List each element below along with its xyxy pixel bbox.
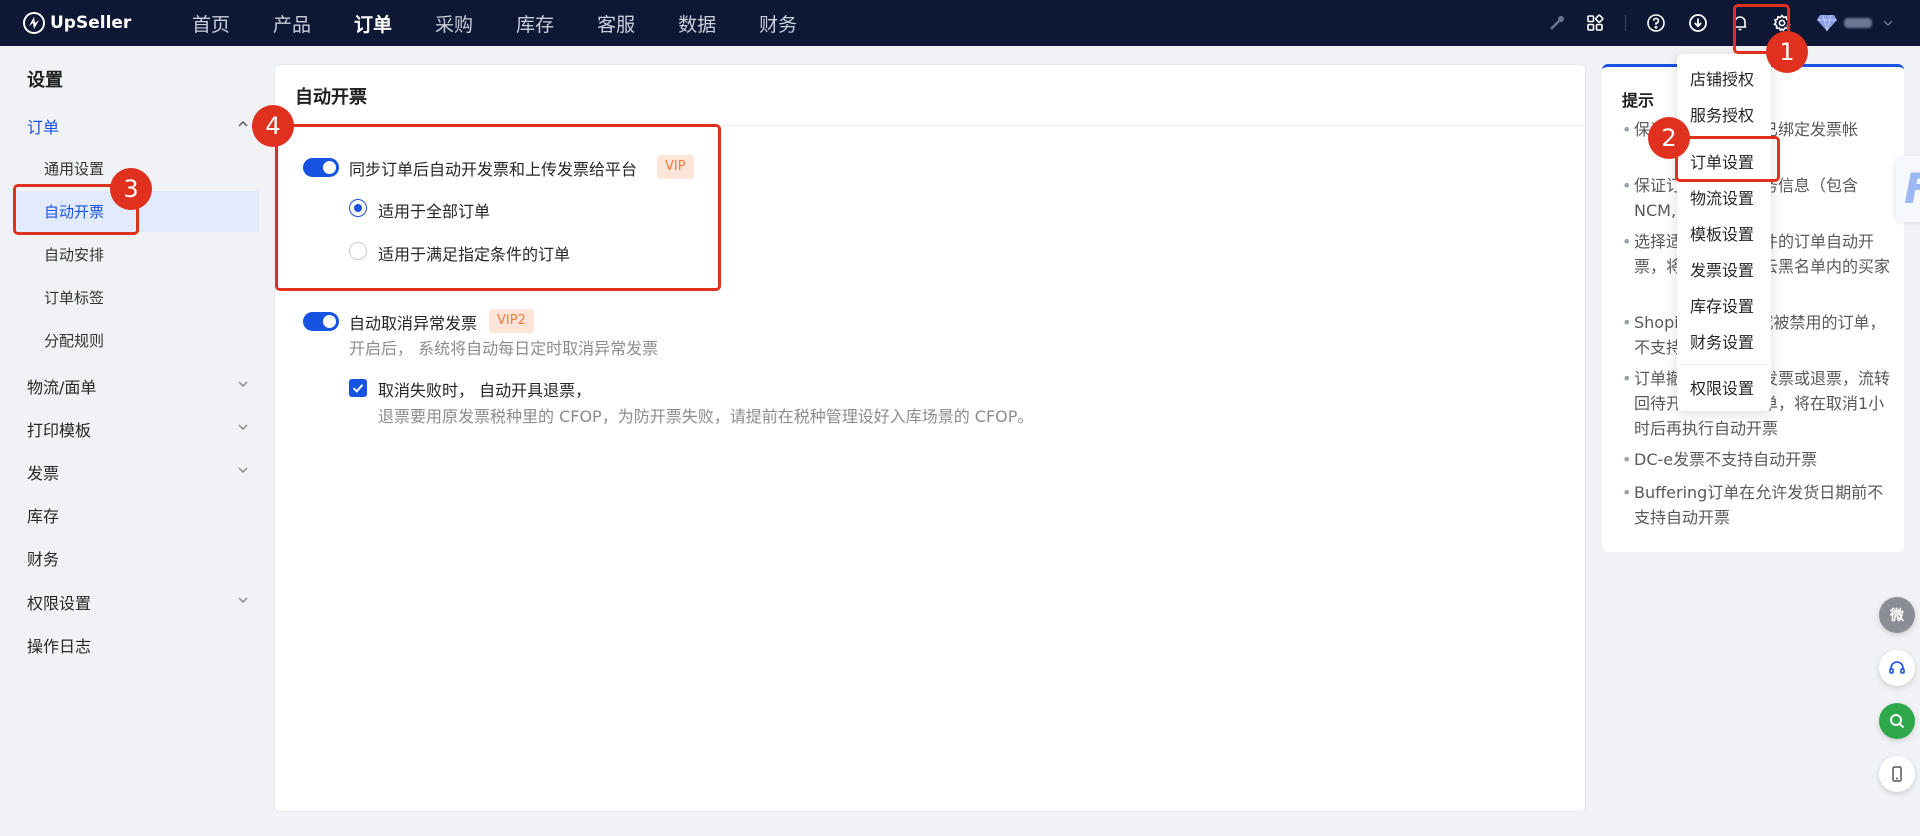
- bell-icon[interactable]: [1728, 11, 1752, 35]
- sidebar-item-assign-rules[interactable]: 分配规则: [44, 330, 104, 351]
- nav-home[interactable]: 首页: [192, 10, 230, 37]
- refund-on-fail-label[interactable]: 取消失败时， 自动开具退票，: [378, 377, 591, 401]
- refund-on-fail-checkbox[interactable]: [349, 379, 367, 397]
- top-nav-bar: UpSeller 首页 产品 订单 采购 库存 客服 数据 财务: [0, 0, 1920, 46]
- user-menu[interactable]: [1816, 14, 1894, 32]
- sidebar-group-orders[interactable]: 订单: [27, 114, 59, 138]
- menu-item-invoice-settings[interactable]: 发票设置: [1690, 257, 1754, 281]
- brand-name: UpSeller: [50, 13, 132, 33]
- nav-products[interactable]: 产品: [273, 10, 311, 37]
- menu-item-logistics-settings[interactable]: 物流设置: [1690, 185, 1754, 209]
- menu-item-store-auth[interactable]: 店铺授权: [1690, 66, 1754, 90]
- edge-floating-tab[interactable]: F: [1896, 156, 1920, 222]
- wechat-icon[interactable]: 微: [1879, 597, 1915, 633]
- download-icon[interactable]: [1686, 11, 1710, 35]
- menu-item-service-auth[interactable]: 服务授权: [1690, 102, 1754, 126]
- nav-purchase[interactable]: 采购: [435, 10, 473, 37]
- key-icon[interactable]: [1545, 11, 1569, 35]
- menu-item-order-settings[interactable]: 订单设置: [1690, 149, 1754, 173]
- sidebar-group-inventory[interactable]: 库存: [27, 503, 59, 527]
- wechat-label: 微: [1890, 608, 1904, 624]
- sidebar-item-general-settings[interactable]: 通用设置: [44, 158, 104, 179]
- auto-cancel-description: 开启后， 系统将自动每日定时取消异常发票: [349, 339, 659, 358]
- sidebar-title: 设置: [27, 70, 63, 91]
- auto-cancel-toggle[interactable]: [303, 312, 339, 331]
- sidebar-group-logistics[interactable]: 物流/面单: [27, 374, 96, 398]
- topbar-actions: [1531, 0, 1920, 46]
- user-name-blurred: [1844, 18, 1872, 28]
- page-title: 自动开票: [295, 87, 367, 108]
- check-icon: [352, 384, 364, 393]
- nav-data[interactable]: 数据: [678, 10, 716, 37]
- sidebar-group-operation-log[interactable]: 操作日志: [27, 633, 91, 657]
- title-divider: [275, 125, 1585, 126]
- sidebar-group-permissions[interactable]: 权限设置: [27, 590, 91, 614]
- auto-invoice-label: 同步订单后自动开发票和上传发票给平台: [349, 160, 638, 179]
- nav-finance[interactable]: 财务: [759, 10, 797, 37]
- tip-item: DC-e发票不支持自动开票: [1622, 447, 1892, 472]
- nav-orders[interactable]: 订单: [354, 10, 392, 37]
- upseller-logo[interactable]: UpSeller: [22, 11, 152, 35]
- vip-badge: VIP: [657, 155, 694, 179]
- chevron-down-icon: [1883, 20, 1893, 27]
- main-nav: 首页 产品 订单 采购 库存 客服 数据 财务: [192, 10, 840, 37]
- chevron-down-icon[interactable]: [236, 420, 250, 434]
- sidebar-item-auto-arrange[interactable]: 自动安排: [44, 244, 104, 265]
- chevron-up-icon[interactable]: [236, 117, 250, 131]
- auto-cancel-label: 自动取消异常发票: [349, 314, 478, 333]
- menu-item-template-settings[interactable]: 模板设置: [1690, 221, 1754, 245]
- menu-item-permission-settings[interactable]: 权限设置: [1690, 375, 1754, 399]
- nav-customer-service[interactable]: 客服: [597, 10, 635, 37]
- edge-tab-letter: F: [1904, 164, 1920, 213]
- apps-icon[interactable]: [1583, 11, 1607, 35]
- radio-all-orders[interactable]: [349, 199, 367, 217]
- radio-conditional-orders-label[interactable]: 适用于满足指定条件的订单: [378, 241, 570, 265]
- tip-item: Buffering订单在允许发货日期前不支持自动开票: [1622, 480, 1892, 530]
- radio-all-orders-label[interactable]: 适用于全部订单: [378, 198, 490, 222]
- vip-gem-icon: [1817, 14, 1837, 32]
- nav-inventory[interactable]: 库存: [516, 10, 554, 37]
- chevron-down-icon[interactable]: [236, 377, 250, 391]
- help-icon[interactable]: [1644, 11, 1668, 35]
- gear-icon[interactable]: [1770, 11, 1794, 35]
- settings-sidebar: 设置 订单 通用设置 自动开票 自动安排 订单标签 分配规则 物流/面单 打印模…: [0, 46, 260, 836]
- mobile-icon[interactable]: [1879, 756, 1915, 792]
- sidebar-item-auto-invoice[interactable]: 自动开票: [44, 201, 104, 222]
- search-icon[interactable]: [1879, 703, 1915, 739]
- sidebar-item-order-tags[interactable]: 订单标签: [44, 287, 104, 308]
- headset-icon[interactable]: [1879, 650, 1915, 686]
- auto-invoice-panel: 自动开票 同步订单后自动开发票和上传发票给平台 VIP 适用于全部订单 适用于满…: [274, 64, 1586, 812]
- vip2-badge: VIP2: [489, 309, 534, 333]
- tips-title: 提示: [1622, 91, 1655, 110]
- menu-divider: [1677, 364, 1771, 365]
- menu-item-inventory-settings[interactable]: 库存设置: [1690, 293, 1754, 317]
- sidebar-group-invoice[interactable]: 发票: [27, 460, 59, 484]
- refund-cfop-hint: 退票要用原发票税种里的 CFOP，为防开票失败，请提前在税种管理设好入库场景的 …: [378, 407, 1034, 426]
- sidebar-group-print-templates[interactable]: 打印模板: [27, 417, 91, 441]
- settings-dropdown-menu: 店铺授权 服务授权 订单设置 物流设置 模板设置 发票设置 库存设置 财务设置 …: [1677, 54, 1771, 411]
- logo-mark-icon: [23, 12, 45, 34]
- chevron-down-icon[interactable]: [236, 593, 250, 607]
- auto-invoice-toggle[interactable]: [303, 158, 339, 177]
- radio-conditional-orders[interactable]: [349, 242, 367, 260]
- menu-divider: [1677, 136, 1771, 137]
- topbar-divider: [1625, 15, 1626, 31]
- sidebar-group-finance[interactable]: 财务: [27, 546, 59, 570]
- menu-item-finance-settings[interactable]: 财务设置: [1690, 329, 1754, 353]
- chevron-down-icon[interactable]: [236, 463, 250, 477]
